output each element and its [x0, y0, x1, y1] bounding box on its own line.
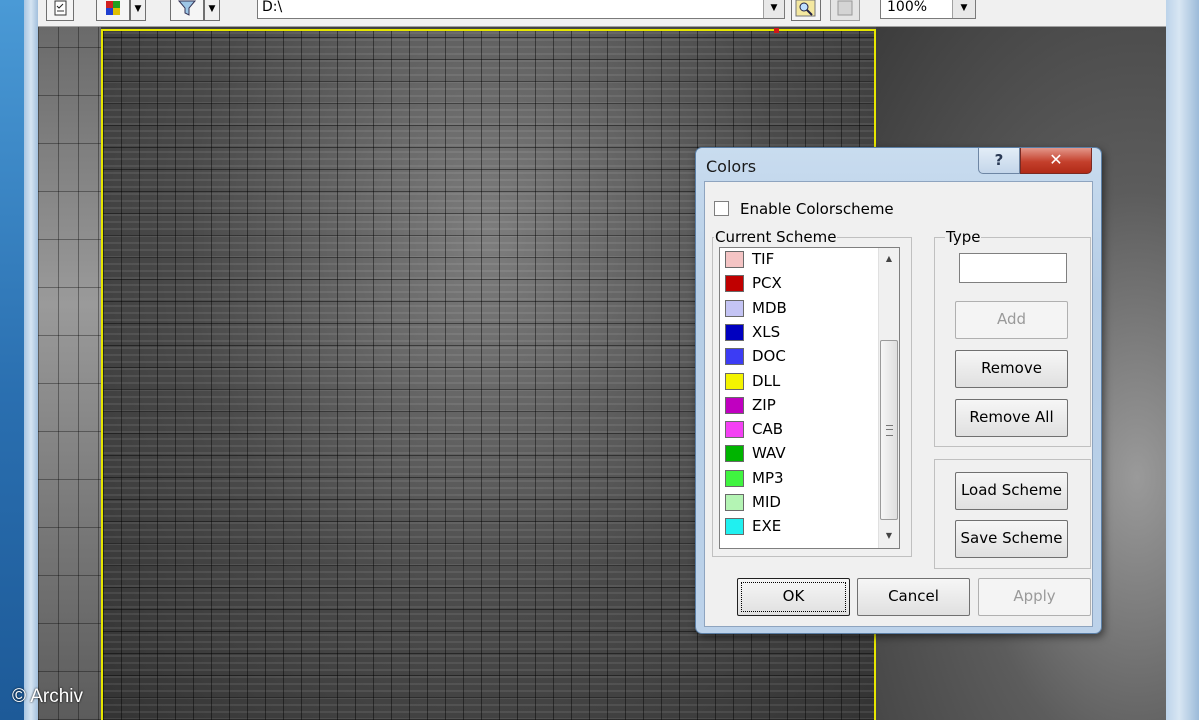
apply-button[interactable]: Apply [978, 578, 1091, 616]
load-scheme-button[interactable]: Load Scheme [955, 472, 1068, 510]
list-item[interactable]: DOC [725, 346, 875, 368]
color-swatch [725, 299, 744, 317]
color-swatch [725, 396, 744, 414]
filter-button[interactable] [170, 0, 204, 21]
zoom-combobox[interactable]: 100% ▼ [880, 0, 976, 19]
list-item-label: CAB [752, 420, 784, 439]
save-scheme-button[interactable]: Save Scheme [955, 520, 1068, 558]
add-button[interactable]: Add [955, 301, 1068, 339]
scheme-scrollbar[interactable]: ▲ ▼ [878, 248, 899, 548]
window-left-frame [24, 0, 38, 720]
stop-button[interactable] [830, 0, 860, 21]
close-button[interactable]: ✕ [1020, 148, 1092, 174]
list-item-label: MID [752, 493, 781, 511]
color-swatch [725, 348, 744, 366]
list-item[interactable]: MP3 [725, 468, 875, 490]
checklist-icon [54, 0, 67, 16]
color-mode-button[interactable] [96, 0, 130, 21]
cancel-button[interactable]: Cancel [857, 578, 970, 616]
close-icon: ✕ [1049, 150, 1063, 169]
colors-dialog: Colors ? ✕ Enable Colorscheme Current Sc… [695, 147, 1102, 634]
list-item-label: WAV [752, 444, 786, 463]
list-item[interactable]: WAV [725, 443, 875, 465]
color-swatch [725, 275, 744, 293]
remove-button[interactable]: Remove [955, 350, 1068, 388]
remove-all-button[interactable]: Remove All [955, 399, 1068, 437]
enable-colorscheme-label[interactable]: Enable Colorscheme [740, 200, 894, 218]
grip-icon [886, 425, 893, 436]
help-button[interactable]: ? [978, 148, 1020, 174]
list-item-label: EXE [752, 517, 782, 536]
color-swatch [725, 518, 744, 536]
chevron-down-icon: ▼ [134, 4, 142, 14]
list-item-label: TIF [752, 250, 775, 268]
properties-button[interactable] [46, 0, 74, 21]
list-item-label: ZIP [752, 395, 776, 414]
list-item[interactable]: TIF [725, 249, 875, 271]
color-swatch [725, 372, 744, 390]
color-mode-dropdown[interactable]: ▼ [130, 0, 146, 21]
scroll-thumb[interactable] [880, 340, 898, 520]
stop-icon [837, 0, 853, 16]
dialog-title: Colors [706, 157, 757, 176]
path-combobox[interactable]: D:\ ▼ [257, 0, 785, 19]
path-dropdown-arrow[interactable]: ▼ [763, 0, 784, 18]
color-swatch [725, 445, 744, 463]
color-swatch [725, 251, 744, 268]
list-item-label: PCX [752, 274, 782, 293]
type-label: Type [945, 228, 982, 246]
list-item[interactable]: PCX [725, 273, 875, 295]
magnifier-icon [795, 0, 816, 17]
chevron-down-icon: ▼ [770, 3, 778, 13]
filter-icon [177, 0, 197, 16]
type-input[interactable] [959, 253, 1067, 283]
path-value: D:\ [262, 0, 283, 15]
color-swatch [725, 469, 744, 487]
scan-button[interactable] [791, 0, 821, 21]
list-item-label: DLL [752, 371, 781, 390]
dialog-client-area: Enable Colorscheme Current Scheme TIF PCX… [704, 181, 1093, 627]
list-item[interactable]: ZIP [725, 395, 875, 417]
list-item[interactable]: DLL [725, 371, 875, 393]
colorscheme-icon [106, 1, 120, 15]
toolbar: ▼ ▼ D:\ ▼ 100% ▼ [38, 0, 1166, 27]
current-scheme-label: Current Scheme [714, 228, 838, 246]
enable-colorscheme-checkbox[interactable] [714, 201, 729, 216]
list-item[interactable]: EXE [725, 516, 875, 538]
zoom-dropdown-arrow[interactable]: ▼ [952, 0, 975, 18]
list-item[interactable]: XLS [725, 322, 875, 344]
help-icon: ? [994, 151, 1004, 169]
filter-dropdown[interactable]: ▼ [204, 0, 220, 21]
copyright-watermark: © Archiv [12, 686, 84, 707]
chevron-down-icon: ▼ [960, 3, 968, 13]
window-right-frame [1166, 0, 1199, 720]
color-swatch [725, 494, 744, 511]
marker-dot [774, 28, 779, 33]
list-item-label: XLS [752, 322, 781, 341]
color-swatch [725, 323, 744, 341]
color-swatch [725, 421, 744, 439]
list-item-label: DOC [752, 347, 786, 366]
scroll-up-arrow[interactable]: ▲ [879, 250, 899, 268]
list-item[interactable]: MDB [725, 298, 875, 320]
list-item-label: MP3 [752, 468, 784, 487]
list-item-label: MDB [752, 298, 787, 317]
scheme-listbox[interactable]: TIF PCX MDB XLS DOC DLL ZIP CAB WAV MP3 MID EXE ▲ ▼ [719, 247, 900, 549]
list-item[interactable]: CAB [725, 419, 875, 441]
ok-button[interactable]: OK [737, 578, 850, 616]
scroll-down-arrow[interactable]: ▼ [879, 527, 899, 545]
list-item[interactable]: MID [725, 492, 875, 514]
treemap-left-strip[interactable] [38, 27, 101, 720]
chevron-down-icon: ▼ [208, 4, 216, 14]
zoom-value: 100% [887, 0, 928, 15]
